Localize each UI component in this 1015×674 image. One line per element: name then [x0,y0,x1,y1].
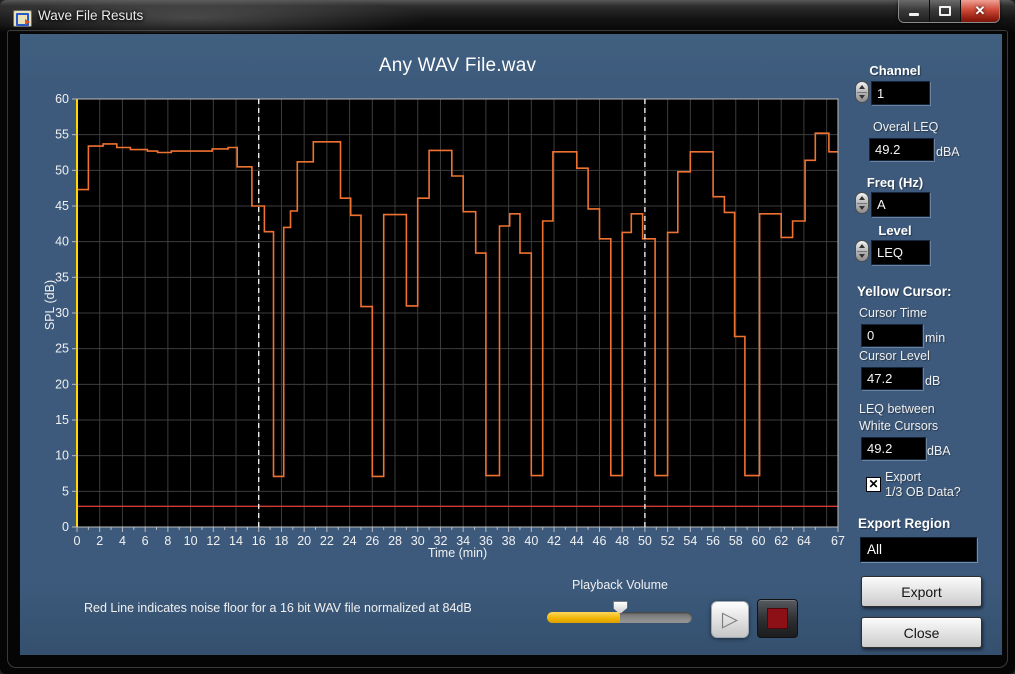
svg-text:0: 0 [62,520,69,534]
titlebar[interactable]: Wave File Resuts ✕ [0,0,1015,33]
stop-icon [767,608,788,629]
svg-text:5: 5 [62,484,69,498]
spinner-up-icon [859,85,865,89]
export-region-label: Export Region [858,516,951,531]
svg-text:25: 25 [55,342,69,356]
svg-text:30: 30 [55,306,69,320]
level-field[interactable]: LEQ [871,240,930,265]
cursor-level-unit: dB [925,374,941,388]
overall-leq-field[interactable]: 49.2 [869,138,934,161]
spinner-up-icon [859,196,865,200]
app-window: Wave File Resuts ✕ Any WAV File.wav 0246… [0,0,1015,674]
minimize-icon [909,12,919,16]
level-label: Level [878,223,912,238]
leq-between-label-1: LEQ between [859,402,935,416]
play-icon: ▷ [721,608,739,631]
spl-time-chart[interactable]: 0 2 4 6 8 10 12 14 16 18 20 22 24 26 28 30 32 34 36 38 40 42 4… [40,88,850,570]
svg-text:40: 40 [55,235,69,249]
close-button[interactable]: Close [861,617,982,648]
cursor-time-field[interactable]: 0 [861,324,923,347]
minimize-button[interactable] [899,0,930,22]
svg-text:55: 55 [55,128,69,142]
freq-label: Freq (Hz) [866,175,924,190]
export-region-dropdown[interactable]: All [860,537,977,562]
spinner-down-icon [859,206,865,210]
leq-between-unit: dBA [927,444,951,458]
level-spinner[interactable] [855,240,869,262]
svg-text:35: 35 [55,270,69,284]
close-icon: ✕ [974,3,986,18]
window-title: Wave File Resuts [38,8,144,23]
slider-fill [547,612,620,623]
svg-text:10: 10 [55,449,69,463]
export-button[interactable]: Export [861,576,982,607]
x-axis-label: Time (min) [427,546,488,560]
cursor-time-label: Cursor Time [859,306,928,320]
leq-between-field[interactable]: 49.2 [861,437,926,460]
export-ob-label-1: Export [885,470,922,484]
overall-leq-unit: dBA [936,145,960,159]
export-ob-label-2: 1/3 OB Data? [885,485,961,499]
channel-field[interactable]: 1 [871,81,930,105]
stop-button[interactable] [757,599,798,638]
app-icon [13,10,32,27]
export-ob-checkbox[interactable]: ✕ [866,477,881,492]
maximize-button[interactable] [930,0,961,22]
svg-text:50: 50 [55,163,69,177]
channel-spinner[interactable] [855,81,869,103]
maximize-icon [939,6,951,16]
svg-text:45: 45 [55,199,69,213]
window-controls: ✕ [898,0,1000,23]
leq-between-label-2: White Cursors [859,419,939,433]
freq-spinner[interactable] [855,192,869,214]
y-axis-label: SPL (dB) [43,279,57,331]
play-button[interactable]: ▷ [711,601,749,638]
overall-leq-label: Overal LEQ [873,120,939,134]
svg-text:15: 15 [55,413,69,427]
noise-floor-note: Red Line indicates noise floor for a 16 … [84,601,472,615]
close-window-button[interactable]: ✕ [961,0,999,22]
freq-field[interactable]: A [871,192,930,217]
spinner-down-icon [859,254,865,258]
cursor-level-label: Cursor Level [859,349,930,363]
spinner-down-icon [859,95,865,99]
svg-text:60: 60 [55,92,69,106]
spinner-up-icon [859,244,865,248]
yellow-cursor-heading: Yellow Cursor: [857,284,952,299]
cursor-level-field[interactable]: 47.2 [861,367,923,390]
svg-text:20: 20 [55,377,69,391]
cursor-time-unit: min [925,331,946,345]
chart-title: Any WAV File.wav [378,55,537,76]
channel-label: Channel [869,63,921,78]
playback-volume-label: Playback Volume [572,578,668,592]
playback-volume-slider[interactable] [547,601,692,623]
